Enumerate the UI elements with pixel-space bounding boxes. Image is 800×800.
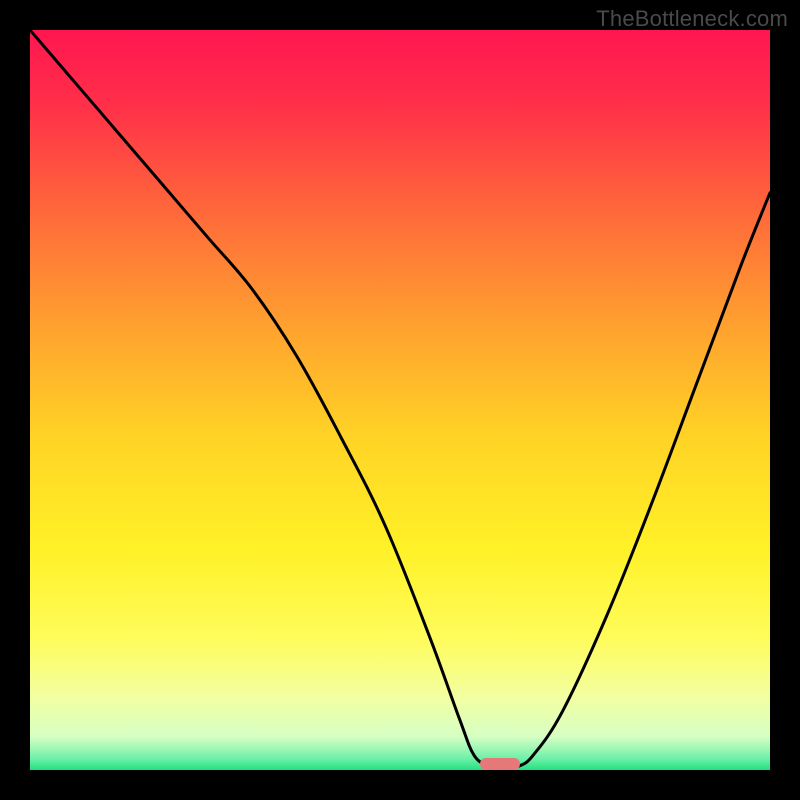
watermark-text: TheBottleneck.com <box>596 6 788 32</box>
chart-background <box>30 30 770 770</box>
optimal-marker <box>480 758 520 770</box>
chart-frame <box>30 30 770 770</box>
bottleneck-chart <box>30 30 770 770</box>
